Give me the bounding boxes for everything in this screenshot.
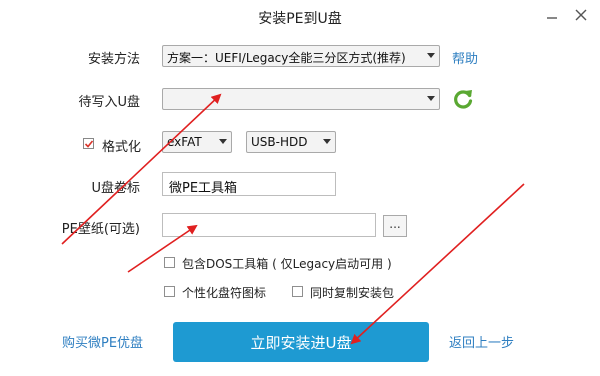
refresh-button[interactable] xyxy=(451,87,475,111)
check-icon xyxy=(84,140,94,148)
dos-toolbox-checkbox[interactable] xyxy=(164,257,175,268)
chevron-down-icon xyxy=(219,139,227,144)
dos-toolbox-label: 包含DOS工具箱 ( 仅Legacy启动可用 ) xyxy=(182,257,392,271)
volume-label: U盘卷标 xyxy=(91,181,140,196)
custom-drive-icon-checkbox[interactable] xyxy=(164,286,175,297)
volume-value: 微PE工具箱 xyxy=(169,181,238,196)
close-button[interactable] xyxy=(570,6,592,28)
buy-usb-link[interactable]: 购买微PE优盘 xyxy=(62,332,143,351)
minimize-button[interactable] xyxy=(541,6,563,28)
target-disk-label: 待写入U盘 xyxy=(78,95,140,110)
filesystem-select[interactable]: exFAT xyxy=(162,131,232,153)
wallpaper-input[interactable] xyxy=(162,213,376,237)
copy-installer-label: 同时复制安装包 xyxy=(310,286,395,300)
minimize-icon xyxy=(546,9,558,25)
browse-button[interactable]: ... xyxy=(383,215,407,237)
mode-select[interactable]: USB-HDD xyxy=(246,131,336,153)
target-disk-select[interactable] xyxy=(162,88,440,110)
refresh-icon xyxy=(451,90,475,115)
chevron-down-icon xyxy=(323,139,331,144)
install-to-usb-button[interactable]: 立即安装进U盘 xyxy=(173,322,429,362)
help-link[interactable]: 帮助 xyxy=(452,48,478,67)
back-link[interactable]: 返回上一步 xyxy=(449,332,514,351)
install-method-select[interactable]: 方案一：UEFI/Legacy全能三分区方式(推荐) xyxy=(162,45,440,67)
volume-input[interactable]: 微PE工具箱 xyxy=(162,172,336,196)
filesystem-value: exFAT xyxy=(167,135,202,149)
format-checkbox[interactable] xyxy=(83,138,94,149)
format-label: 格式化 xyxy=(102,140,142,155)
install-method-label: 安装方法 xyxy=(87,52,140,67)
chevron-down-icon xyxy=(427,96,435,101)
install-method-value: 方案一：UEFI/Legacy全能三分区方式(推荐) xyxy=(167,51,406,65)
mode-value: USB-HDD xyxy=(251,135,308,149)
chevron-down-icon xyxy=(427,53,435,58)
custom-drive-icon-label: 个性化盘符图标 xyxy=(182,286,267,300)
window-title: 安装PE到U盘 xyxy=(258,11,342,27)
wallpaper-label: PE壁纸(可选) xyxy=(61,222,140,237)
title-bar: 安装PE到U盘 xyxy=(0,0,600,34)
close-icon xyxy=(575,9,587,25)
copy-installer-checkbox[interactable] xyxy=(292,286,303,297)
